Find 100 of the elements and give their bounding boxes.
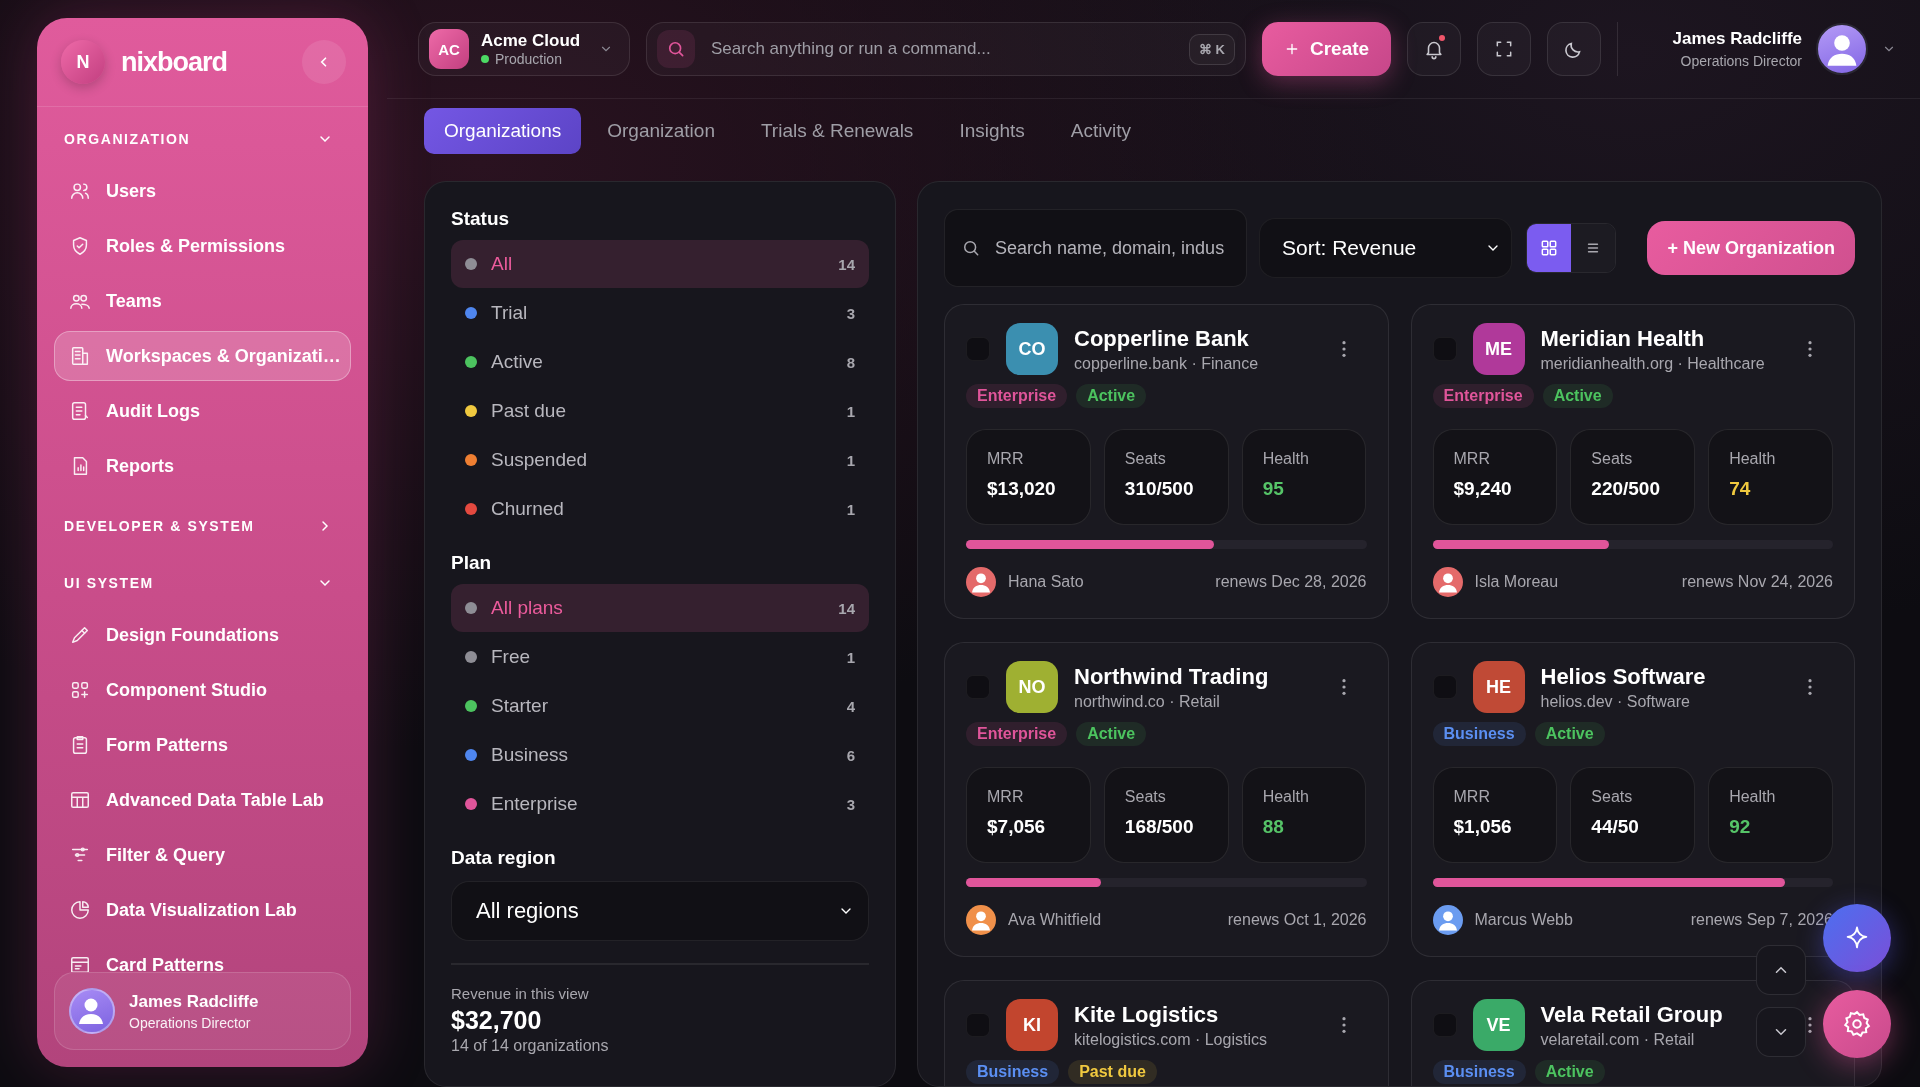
tab[interactable]: Trials & Renewals — [740, 108, 934, 154]
user-name: James Radcliffe — [129, 991, 259, 1012]
building-icon — [69, 345, 91, 367]
search-icon — [657, 30, 695, 68]
create-button[interactable]: Create — [1262, 22, 1392, 76]
filter-heading: Plan — [451, 552, 493, 574]
tag: Business — [1432, 1060, 1526, 1084]
section-header[interactable]: DEVELOPER & SYSTEM — [54, 504, 351, 548]
nav-item[interactable]: Audit Logs — [54, 386, 351, 436]
more-icon[interactable] — [1807, 678, 1813, 696]
metric-value: $7,056 — [987, 816, 1047, 838]
region-select[interactable]: All regions — [451, 881, 869, 941]
owner-name: Marcus Webb — [1474, 911, 1574, 929]
metric-value: $1,056 — [1453, 816, 1513, 838]
grid-view-button[interactable] — [1527, 224, 1571, 272]
tag: Enterprise — [966, 722, 1068, 746]
metric-value: 44/50 — [1591, 816, 1640, 838]
card-icon — [69, 954, 91, 972]
fullscreen-button[interactable] — [1477, 22, 1532, 76]
more-icon[interactable] — [1340, 340, 1347, 358]
users-icon — [69, 180, 91, 202]
filter-option[interactable]: Active 8 — [451, 338, 869, 386]
notifications-button[interactable] — [1407, 22, 1462, 76]
metric-label: Health — [1262, 788, 1310, 806]
metric-value: 95 — [1262, 478, 1285, 500]
pie-chart-icon — [69, 899, 91, 921]
filter-option[interactable]: Trial 3 — [451, 289, 869, 337]
tab[interactable]: Organization — [587, 108, 735, 154]
nav-item[interactable]: Card Patterns — [54, 940, 351, 972]
logo-badge: N — [61, 40, 105, 84]
tab[interactable]: Insights — [939, 108, 1045, 154]
more-icon[interactable] — [1807, 1016, 1813, 1034]
filter-option[interactable]: Past due 1 — [451, 387, 869, 435]
theme-toggle-button[interactable] — [1547, 22, 1602, 76]
filter-option[interactable]: Starter 4 — [451, 682, 869, 730]
sort-select[interactable]: Sort: Revenue — [1259, 218, 1512, 278]
filter-option[interactable]: Business 6 — [451, 731, 869, 779]
list-view-button[interactable] — [1571, 224, 1615, 272]
nav-item[interactable]: Roles & Permissions — [54, 221, 351, 271]
nav-item[interactable]: Advanced Data Table Lab — [54, 775, 351, 825]
owner-name: Hana Sato — [1008, 573, 1085, 591]
status-dot — [481, 55, 489, 63]
nav-item[interactable]: Filter & Query — [54, 830, 351, 880]
filter-option[interactable]: All 14 — [451, 240, 869, 288]
user-card[interactable]: James Radcliffe Operations Director — [54, 972, 351, 1050]
filter-option[interactable]: Churned 1 — [451, 485, 869, 533]
metric-value: 88 — [1262, 816, 1285, 838]
organization-name: Helios Software — [1540, 663, 1706, 690]
avatar-icon — [69, 988, 115, 1034]
renewal-date: renews Nov 24, 2026 — [1681, 573, 1833, 591]
metric-value: 310/500 — [1124, 478, 1195, 500]
search-icon — [961, 238, 981, 258]
more-icon[interactable] — [1807, 340, 1813, 358]
organization-domain: meridianhealth.org · Healthcare — [1540, 354, 1765, 373]
organization-logo: KI — [1006, 999, 1058, 1051]
search-field[interactable]: Search name, domain, indus — [944, 209, 1247, 287]
nav-item[interactable]: Teams — [54, 276, 351, 326]
filter-option[interactable]: Suspended 1 — [451, 436, 869, 484]
more-icon[interactable] — [1340, 678, 1347, 696]
nav-item[interactable]: Form Patterns — [54, 720, 351, 770]
organization-domain: velaretail.com · Retail — [1540, 1030, 1695, 1049]
organization-name: Vela Retail Group — [1540, 1001, 1723, 1028]
tab[interactable]: Activity — [1050, 108, 1152, 154]
section-header[interactable]: UI SYSTEM — [54, 561, 351, 605]
filter-option[interactable]: Free 1 — [451, 633, 869, 681]
components-icon — [69, 679, 91, 701]
organization-logo: ME — [1472, 323, 1525, 375]
settings-icon — [1842, 1009, 1872, 1039]
tag: Active — [1534, 1060, 1605, 1084]
metric-label: Health — [1729, 450, 1777, 468]
renewal-date: renews Oct 1, 2026 — [1227, 911, 1367, 929]
tab[interactable]: Organizations — [424, 108, 582, 154]
search-field[interactable]: Search anything or run a command... ⌘ K — [646, 22, 1246, 76]
search-input[interactable]: Search name, domain, indus — [993, 236, 1230, 260]
section-header[interactable]: ORGANIZATION — [54, 117, 351, 161]
more-icon[interactable] — [1340, 1016, 1347, 1034]
nav-item[interactable]: Users — [54, 166, 351, 216]
summary-label: Revenue in this view — [451, 985, 590, 1002]
table-icon — [69, 789, 91, 811]
filter-option[interactable]: All plans 14 — [451, 584, 869, 632]
search-input[interactable]: Search anything or run a command... — [709, 38, 1175, 60]
nav-item[interactable]: Reports — [54, 441, 351, 491]
nav-item[interactable]: Component Studio — [54, 665, 351, 715]
metric-value: 168/500 — [1124, 816, 1195, 838]
metric-label: Health — [1262, 450, 1310, 468]
metric-label: Health — [1729, 788, 1777, 806]
nav-item[interactable]: Data Visualization Lab — [54, 885, 351, 935]
organization-domain: kitelogistics.com · Logistics — [1074, 1030, 1267, 1049]
metric-label: MRR — [1453, 788, 1491, 806]
organization-logo: VE — [1472, 999, 1525, 1051]
workspace-switcher[interactable]: AC Acme Cloud Production — [418, 22, 630, 76]
new-organization-button[interactable]: + New Organization — [1647, 221, 1855, 275]
avatar-icon[interactable] — [1816, 23, 1868, 75]
tag: Enterprise — [966, 384, 1068, 408]
filter-option[interactable]: Enterprise 3 — [451, 780, 869, 828]
nav-item[interactable]: Design Foundations — [54, 610, 351, 660]
summary-note: 14 of 14 organizations — [451, 1037, 610, 1055]
nav-item[interactable]: Workspaces & Organizati… — [54, 331, 351, 381]
metric-label: MRR — [1453, 450, 1491, 468]
tag: Active — [1076, 722, 1147, 746]
